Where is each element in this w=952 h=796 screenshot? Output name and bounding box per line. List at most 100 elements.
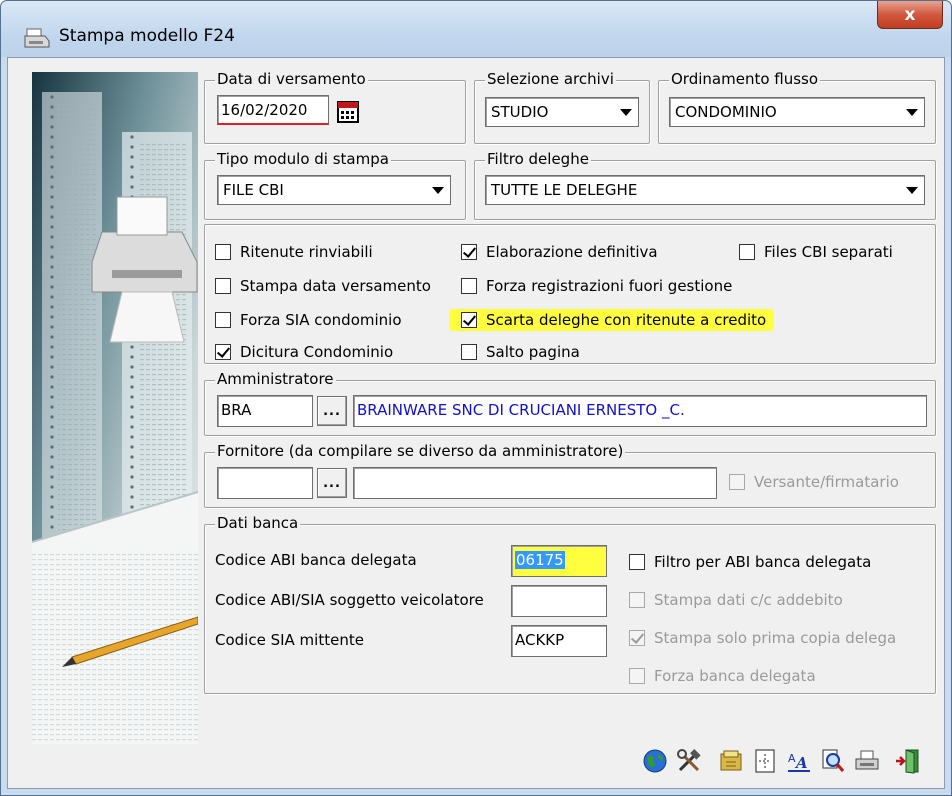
filtro-deleghe-value: TUTTE LE DELEGHE: [491, 181, 638, 199]
page-setup-icon: [755, 749, 775, 773]
checkbox-box[interactable]: [215, 244, 231, 260]
stampa-solo-prima-checkbox[interactable]: Stampa solo prima copia delega: [629, 629, 896, 647]
checkbox-label: Stampa solo prima copia delega: [654, 629, 897, 647]
fornitore-legend: Fornitore (da compilare se diverso da am…: [215, 442, 626, 460]
data-versamento-legend: Data di versamento: [215, 70, 368, 88]
chevron-down-icon[interactable]: [906, 109, 918, 116]
selezione-archivi-legend: Selezione archivi: [485, 70, 616, 88]
filtro-abi-checkbox[interactable]: Filtro per ABI banca delegata: [629, 553, 871, 571]
checkbox-label: Forza SIA condominio: [240, 311, 402, 329]
ordinamento-flusso-select[interactable]: CONDOMINIO: [669, 97, 925, 127]
checkbox-box[interactable]: [461, 278, 477, 294]
printer-icon: [24, 28, 50, 48]
dicitura-condominio-checkbox[interactable]: Dicitura Condominio: [215, 343, 393, 361]
checkbox-label: Elaborazione definitiva: [486, 243, 658, 261]
filtro-deleghe-group: Filtro deleghe TUTTE LE DELEGHE: [474, 150, 936, 220]
checkbox-box[interactable]: [629, 668, 645, 684]
checkbox-label: Versante/firmatario: [754, 473, 899, 491]
calendar-icon[interactable]: [337, 101, 359, 123]
svg-text:A: A: [794, 754, 808, 772]
archive-icon: [720, 750, 742, 771]
chevron-down-icon[interactable]: [432, 187, 444, 194]
tools-button[interactable]: [674, 746, 704, 776]
data-versamento-group: Data di versamento 16/02/2020: [204, 70, 466, 144]
title-bar[interactable]: Stampa modello F24 x: [1, 1, 951, 57]
filtro-deleghe-select[interactable]: TUTTE LE DELEGHE: [485, 175, 925, 205]
selezione-archivi-value: STUDIO: [491, 103, 549, 121]
checkbox-label: Stampa dati c/c addebito: [654, 591, 843, 609]
scarta-deleghe-checkbox[interactable]: Scarta deleghe con ritenute a credito: [449, 309, 775, 331]
amministratore-group: Amministratore BRA ... BRAINWARE SNC DI …: [204, 370, 936, 436]
checkbox-box[interactable]: [739, 244, 755, 260]
tipo-modulo-group: Tipo modulo di stampa FILE CBI: [204, 150, 466, 220]
checkbox-box[interactable]: [461, 312, 477, 328]
exit-button[interactable]: [892, 746, 922, 776]
exit-door-icon: [896, 749, 919, 774]
amministratore-name-input[interactable]: BRAINWARE SNC DI CRUCIANI ERNESTO _C.: [353, 395, 927, 427]
window-title: Stampa modello F24: [59, 26, 235, 46]
salto-pagina-checkbox[interactable]: Salto pagina: [461, 343, 580, 361]
font-icon: A A: [788, 752, 810, 772]
selezione-archivi-select[interactable]: STUDIO: [485, 97, 639, 127]
forza-registrazioni-checkbox[interactable]: Forza registrazioni fuori gestione: [461, 277, 732, 295]
tipo-modulo-value: FILE CBI: [223, 181, 284, 199]
ordinamento-flusso-legend: Ordinamento flusso: [669, 70, 821, 88]
close-button[interactable]: x: [877, 1, 943, 29]
font-button[interactable]: A A: [784, 746, 814, 776]
abi-sia-input[interactable]: [511, 585, 607, 617]
sia-mittente-input[interactable]: ACKKP: [511, 625, 607, 657]
fornitore-code-input[interactable]: [217, 467, 313, 499]
stampa-data-versamento-checkbox[interactable]: Stampa data versamento: [215, 277, 431, 295]
fornitore-name-input[interactable]: [353, 467, 717, 499]
printer-button[interactable]: [852, 746, 882, 776]
ordinamento-flusso-group: Ordinamento flusso CONDOMINIO: [658, 70, 936, 144]
checkbox-label: Filtro per ABI banca delegata: [654, 553, 872, 571]
page-setup-button[interactable]: [750, 746, 780, 776]
checkbox-box[interactable]: [629, 630, 645, 646]
bottom-toolbar: A A: [640, 746, 940, 778]
zoom-button[interactable]: [818, 746, 848, 776]
data-versamento-input[interactable]: 16/02/2020: [217, 95, 329, 125]
elaborazione-definitiva-checkbox[interactable]: Elaborazione definitiva: [461, 243, 658, 261]
chevron-down-icon[interactable]: [906, 187, 918, 194]
checkbox-label: Dicitura Condominio: [240, 343, 394, 361]
checkbox-label: Scarta deleghe con ritenute a credito: [486, 311, 767, 329]
checkbox-box[interactable]: [629, 592, 645, 608]
dialog-client-area: Data di versamento 16/02/2020 Selezione …: [7, 57, 945, 789]
dati-banca-group: Dati banca Codice ABI banca delegata 061…: [204, 514, 936, 694]
amministratore-legend: Amministratore: [215, 370, 336, 388]
filtro-deleghe-legend: Filtro deleghe: [485, 150, 591, 168]
checkbox-box[interactable]: [461, 344, 477, 360]
amministratore-lookup-button[interactable]: ...: [317, 396, 347, 426]
tipo-modulo-select[interactable]: FILE CBI: [217, 175, 451, 205]
checkbox-box[interactable]: [461, 244, 477, 260]
abi-banca-input[interactable]: 06175: [511, 545, 607, 577]
files-cbi-separati-checkbox[interactable]: Files CBI separati: [739, 243, 893, 261]
checkbox-label: Forza registrazioni fuori gestione: [486, 277, 733, 295]
forza-banca-checkbox[interactable]: Forza banca delegata: [629, 667, 816, 685]
checkbox-box[interactable]: [629, 554, 645, 570]
checkbox-box[interactable]: [729, 474, 745, 490]
printer-paper-illustration: [32, 72, 198, 744]
checkbox-label: Stampa data versamento: [240, 277, 431, 295]
fornitore-lookup-button[interactable]: ...: [317, 468, 347, 498]
options-group: Ritenute rinviabili Elaborazione definit…: [204, 224, 936, 364]
globe-icon: [643, 749, 667, 773]
checkbox-box[interactable]: [215, 278, 231, 294]
sia-mittente-label: Codice SIA mittente: [215, 631, 364, 649]
ritenute-rinviabili-checkbox[interactable]: Ritenute rinviabili: [215, 243, 373, 261]
versante-firmatario-checkbox[interactable]: Versante/firmatario: [729, 473, 899, 491]
checkbox-label: Files CBI separati: [764, 243, 893, 261]
checkbox-box[interactable]: [215, 344, 231, 360]
checkbox-box[interactable]: [215, 312, 231, 328]
chevron-down-icon[interactable]: [620, 109, 632, 116]
stampa-dati-cc-checkbox[interactable]: Stampa dati c/c addebito: [629, 591, 843, 609]
archive-button[interactable]: [716, 746, 746, 776]
amministratore-code-input[interactable]: BRA: [217, 395, 313, 427]
forza-sia-condominio-checkbox[interactable]: Forza SIA condominio: [215, 311, 402, 329]
selezione-archivi-group: Selezione archivi STUDIO: [474, 70, 650, 144]
svg-text:A: A: [788, 752, 796, 765]
globe-button[interactable]: [640, 746, 670, 776]
checkbox-label: Ritenute rinviabili: [240, 243, 373, 261]
tipo-modulo-legend: Tipo modulo di stampa: [215, 150, 391, 168]
